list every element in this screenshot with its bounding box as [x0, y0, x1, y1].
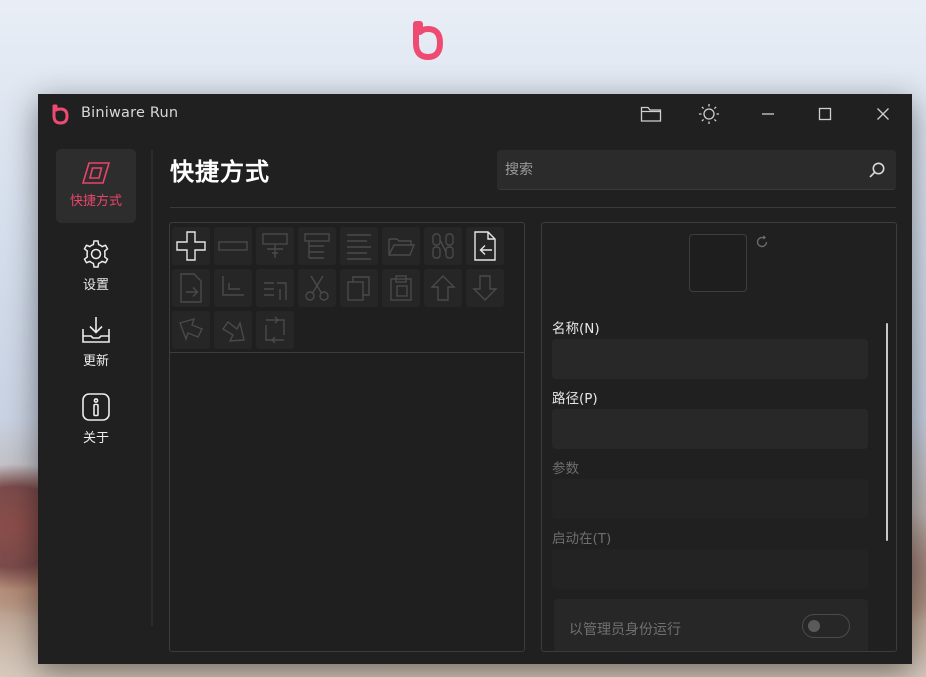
- shortcut-list-panel: [169, 222, 525, 652]
- refresh-icon[interactable]: [755, 235, 769, 249]
- import-button[interactable]: [466, 227, 504, 265]
- link-icon: [432, 233, 454, 259]
- biniware-logo-icon: [413, 21, 443, 60]
- outdent-button[interactable]: [256, 269, 294, 307]
- start-in-input[interactable]: [552, 549, 868, 589]
- path-label: 路径(P): [552, 391, 598, 407]
- outdent-icon: [264, 282, 287, 300]
- page-title: 快捷方式: [170, 158, 270, 186]
- open-folder-icon: [388, 238, 416, 256]
- theme-toggle-button[interactable]: [685, 94, 733, 134]
- path-input[interactable]: [552, 409, 868, 449]
- app-title: Biniware Run: [81, 105, 179, 121]
- search-box[interactable]: [497, 150, 896, 190]
- move-right-icon: [221, 320, 245, 342]
- download-icon: [82, 317, 110, 343]
- add-shortcut-button[interactable]: [172, 227, 210, 265]
- nav-item-label: 设置: [82, 278, 109, 293]
- shortcut-details-panel: 名称(N) 路径(P) 参数 启动在(T) 以管理员身份运行: [541, 222, 897, 652]
- import-icon: [474, 231, 496, 261]
- shortcut-icon-preview[interactable]: [689, 234, 747, 292]
- move-left-button[interactable]: [172, 311, 210, 349]
- info-icon: [82, 393, 110, 421]
- cut-button[interactable]: [298, 269, 336, 307]
- close-button[interactable]: [859, 94, 907, 134]
- shortcut-icon: [81, 162, 111, 184]
- name-input[interactable]: [552, 339, 868, 379]
- title-bar[interactable]: Biniware Run: [38, 94, 912, 134]
- indent-icon: [222, 276, 244, 296]
- paste-button[interactable]: [382, 269, 420, 307]
- open-location-button[interactable]: [382, 227, 420, 265]
- export-button[interactable]: [172, 269, 210, 307]
- list-view-button[interactable]: [340, 227, 378, 265]
- close-icon: [877, 108, 889, 120]
- cut-icon: [305, 275, 329, 301]
- nav-divider: [151, 150, 153, 626]
- add-separator-icon: [262, 233, 288, 258]
- run-as-admin-toggle[interactable]: [802, 614, 850, 638]
- add-icon: [176, 231, 206, 261]
- add-group-button[interactable]: [298, 227, 336, 265]
- app-window: Biniware Run 快捷方式 设置 更新 关于 快捷方式 搜索 名称(N)…: [38, 94, 912, 664]
- export-icon: [180, 273, 202, 303]
- paste-icon: [390, 275, 412, 301]
- details-scrollbar[interactable]: [886, 323, 888, 541]
- move-up-button[interactable]: [424, 269, 462, 307]
- copy-button[interactable]: [340, 269, 378, 307]
- run-as-admin-label: 以管理员身份运行: [569, 622, 681, 638]
- sun-icon: [699, 104, 719, 124]
- nav-item-about[interactable]: 关于: [56, 380, 136, 454]
- toolbar-separator: [170, 352, 524, 353]
- swap-button[interactable]: [256, 311, 294, 349]
- move-down-icon: [472, 275, 498, 301]
- remove-icon: [218, 241, 248, 251]
- indent-button[interactable]: [214, 269, 252, 307]
- copy-icon: [347, 276, 370, 301]
- search-icon[interactable]: [868, 161, 886, 179]
- run-as-admin-card: 以管理员身份运行: [554, 599, 868, 651]
- move-down-button[interactable]: [466, 269, 504, 307]
- arguments-label: 参数: [552, 461, 579, 477]
- open-folder-button[interactable]: [627, 94, 675, 134]
- toggle-knob: [808, 620, 820, 632]
- start-in-label: 启动在(T): [552, 531, 612, 547]
- maximize-icon: [818, 107, 832, 121]
- minimize-button[interactable]: [744, 94, 792, 134]
- swap-icon: [265, 316, 285, 344]
- remove-shortcut-button[interactable]: [214, 227, 252, 265]
- minimize-icon: [762, 113, 774, 115]
- app-logo-icon: [52, 104, 69, 125]
- move-up-icon: [430, 275, 456, 301]
- header-separator: [170, 207, 896, 208]
- arguments-input[interactable]: [552, 479, 868, 519]
- list-icon: [347, 234, 371, 260]
- add-group-icon: [304, 233, 330, 259]
- name-label: 名称(N): [552, 321, 600, 337]
- nav-item-shortcuts[interactable]: 快捷方式: [56, 149, 136, 223]
- nav-item-label: 快捷方式: [69, 194, 122, 209]
- nav-item-label: 关于: [82, 431, 109, 446]
- add-separator-button[interactable]: [256, 227, 294, 265]
- folder-icon: [640, 106, 662, 122]
- move-left-icon: [179, 317, 203, 342]
- search-input[interactable]: [503, 150, 857, 190]
- nav-item-label: 更新: [82, 354, 109, 369]
- link-button[interactable]: [424, 227, 462, 265]
- nav-item-update[interactable]: 更新: [56, 303, 136, 377]
- nav-item-settings[interactable]: 设置: [56, 227, 136, 301]
- maximize-button[interactable]: [801, 94, 849, 134]
- gear-icon: [83, 240, 109, 268]
- move-right-button[interactable]: [214, 311, 252, 349]
